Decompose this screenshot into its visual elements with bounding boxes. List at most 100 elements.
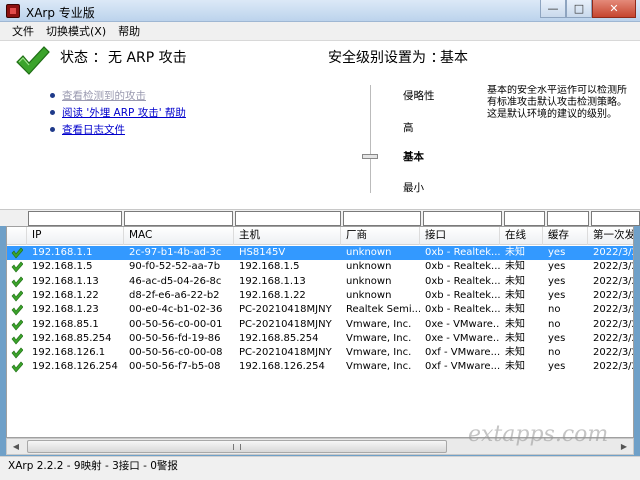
header-cache[interactable]: 缓存 [543,227,588,245]
filter-host-input[interactable] [235,211,341,226]
status-separator: - [66,460,74,472]
header-vendor[interactable]: 厂商 [341,227,420,245]
cell-host: 192.168.1.22 [239,289,306,301]
menu-switch-mode[interactable]: 切换模式(X) [40,23,112,39]
host-ok-check-icon [11,333,23,345]
view-attacks-link: 查看检测到的攻击 [62,90,146,102]
cell-online: 未知 [505,304,525,316]
cell-vendor: Vmware, Inc. [346,361,412,373]
filter-ip-input[interactable] [28,211,122,226]
cell-mac: 00-50-56-fd-19-86 [129,332,221,344]
header-interface[interactable]: 接口 [420,227,500,245]
menu-help[interactable]: 帮助 [112,23,146,39]
status-value: 无 ARP 攻击 [108,50,187,66]
cell-first-seen: 2022/3/2 [593,275,634,287]
filter-vendor-input[interactable] [343,211,421,226]
table-row[interactable]: 192.168.1.1 2c-97-b1-4b-ad-3c HS8145V unkno… [7,246,633,260]
arp-help-link[interactable]: 阅读 '外埋 ARP 攻击' 帮助 [62,105,186,120]
cell-online: 未知 [505,347,525,359]
cell-online: 未知 [505,247,525,258]
cell-vendor: unknown [346,275,392,287]
scroll-right-arrow-icon[interactable]: ▶ [616,439,632,454]
status-separator: - [104,460,113,472]
cell-interface: 0xf - VMware... [425,347,500,359]
table-row[interactable]: 192.168.85.1 00-50-56-c0-00-01 PC-20210418… [7,318,633,332]
status-label: 状态 ： [60,50,107,66]
cell-first-seen: 2022/3/2 [593,261,634,273]
filter-first-seen-input[interactable] [591,211,640,226]
cell-first-seen: 2022/3/2 [593,332,634,344]
security-level-slider[interactable] [370,85,372,193]
security-level-label: 安全级别设置为 ： [328,50,445,66]
header-mac[interactable]: MAC [124,227,234,245]
table-row[interactable]: 192.168.126.254 00-50-56-f7-b5-08 192.168.… [7,360,634,374]
host-ok-check-icon [11,247,23,259]
cell-first-seen: 2022/3/2 [593,347,634,359]
cell-vendor: Vmware, Inc. [346,347,412,359]
cell-first-seen: 2022/3/22 [593,247,633,258]
cell-interface: 0xb - Realtek... [425,261,500,273]
watermark: extapps.com [468,422,609,447]
maximize-button[interactable]: □ [566,0,592,18]
cell-ip: 192.168.1.1 [32,247,93,258]
header-ip[interactable]: IP [27,227,124,245]
table-row[interactable]: 192.168.1.5 90-f0-52-52-aa-7b 192.168.1.5 u… [7,260,634,274]
cell-cache: yes [548,247,566,258]
filter-mac-input[interactable] [124,211,233,226]
table-row[interactable]: 192.168.1.23 00-e0-4c-b1-02-36 PC-20210418… [7,303,634,317]
header-status[interactable] [7,227,27,245]
link-row: 阅读 '外埋 ARP 攻击' 帮助 [50,104,186,121]
cell-interface: 0xb - Realtek... [425,304,500,316]
cell-cache: no [548,318,561,330]
status-interfaces: 3接口 [112,460,140,472]
host-ok-check-icon [11,304,23,316]
minimize-button[interactable]: — [540,0,566,18]
header-online[interactable]: 在线 [500,227,543,245]
header-host[interactable]: 主机 [234,227,341,245]
level-description: 基本的安全水平运作可以检测所有标准攻击默认攻击检测策略。这是默认环境的建议的级别… [487,85,627,120]
cell-ip: 192.168.1.13 [32,275,99,287]
slider-thumb[interactable] [362,154,378,159]
menu-bar: 文件 切换模式(X) 帮助 [0,22,640,41]
table-row[interactable]: 192.168.126.1 00-50-56-c0-00-08 PC-2021041… [7,346,634,360]
cell-cache: yes [548,361,566,373]
status-ok-check-icon [16,46,50,75]
view-log-link[interactable]: 查看日志文件 [62,122,125,137]
cell-cache: yes [548,261,566,273]
cell-interface: 0xb - Realtek... [425,275,500,287]
filter-bar [0,209,640,226]
header-first-seen[interactable]: 第一次发现 [588,227,633,245]
bullet-icon [50,127,55,132]
cell-mac: 2c-97-b1-4b-ad-3c [129,247,222,258]
host-ok-check-icon [11,261,23,273]
level-high: 高 [403,122,414,134]
table-row[interactable]: 192.168.85.254 00-50-56-fd-19-86 192.168.8… [7,332,634,346]
level-basic: 基本 [403,151,424,163]
hosts-table: IP MAC 主机 厂商 接口 在线 缓存 第一次发现 192.168.1.1 2… [6,226,634,438]
cell-host: PC-20210418MJNY [239,347,332,359]
cell-online: 未知 [505,361,525,373]
cell-vendor: Realtek Semi... [346,304,420,316]
scroll-thumb[interactable] [27,440,447,453]
cell-host: PC-20210418MJNY [239,318,332,330]
cell-online: 未知 [505,289,525,301]
cell-vendor: unknown [346,289,392,301]
window-controls: — □ ✕ [540,0,636,18]
close-button[interactable]: ✕ [592,0,636,18]
filter-cache-input[interactable] [547,211,589,226]
cell-host: 192.168.85.254 [239,332,319,344]
table-row[interactable]: 192.168.1.13 46-ac-d5-04-26-8c 192.168.1.1… [7,275,634,289]
cell-host: HS8145V [239,247,286,258]
status-bar: XArp 2.2.2 - 9映射 - 3接口 - 0警报 [0,456,640,480]
menu-file[interactable]: 文件 [6,23,40,39]
cell-host: 192.168.126.254 [239,361,325,373]
table-row[interactable]: 192.168.1.22 d8-2f-e6-a6-22-b2 192.168.1.2… [7,289,633,303]
cell-ip: 192.168.85.1 [32,318,99,330]
cell-first-seen: 2022/3/2 [593,304,634,316]
cell-first-seen: 2022/3/2 [593,361,634,373]
filter-online-input[interactable] [504,211,545,226]
scroll-left-arrow-icon[interactable]: ◀ [8,439,24,454]
filter-interface-input[interactable] [423,211,502,226]
action-links: 查看检测到的攻击 阅读 '外埋 ARP 攻击' 帮助 查看日志文件 [50,87,186,138]
cell-vendor: Vmware, Inc. [346,318,412,330]
